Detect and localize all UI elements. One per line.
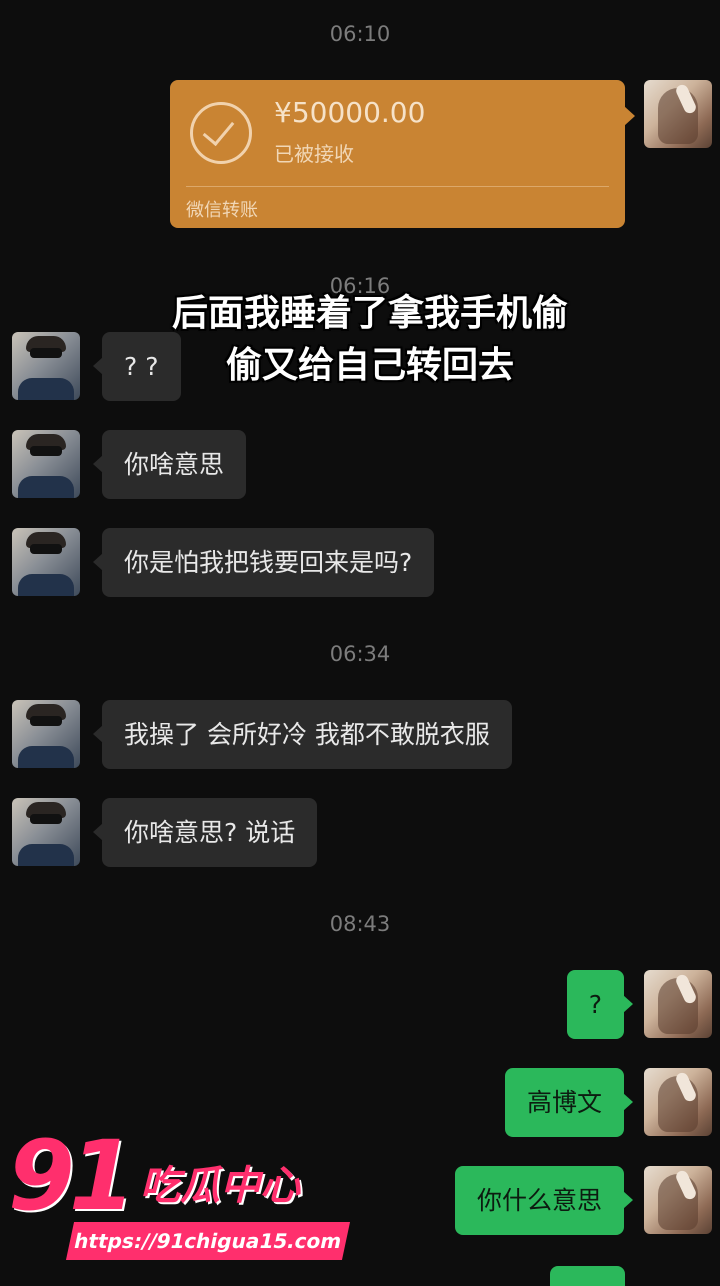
avatar[interactable]: [12, 528, 80, 596]
message-bubble[interactable]: ?: [566, 970, 634, 1039]
timestamp: 08:43: [329, 912, 391, 936]
avatar-coat: [18, 844, 74, 866]
transfer-status: 已被接收: [274, 142, 354, 166]
avatar[interactable]: [12, 700, 80, 768]
watermark-logo-number: 91: [8, 1120, 136, 1232]
watermark-url: https://91chigua15.com: [65, 1222, 351, 1260]
watermark-logo-text: 吃瓜中心: [140, 1163, 300, 1209]
wechat-transfer-card[interactable]: ¥50000.00 已被接收 微信转账: [170, 80, 635, 228]
caption-line-2: 偷又给自己转回去: [225, 345, 514, 386]
caption-line-1: 后面我睡着了拿我手机偷: [171, 293, 568, 334]
message-bubble[interactable]: 你啥意思: [92, 430, 247, 499]
avatar-coat: [18, 378, 74, 400]
sunglasses-icon: [30, 348, 62, 358]
avatar[interactable]: [12, 332, 80, 400]
transfer-label: 微信转账: [186, 200, 258, 221]
message-bubble[interactable]: 你是怕我把钱要回来是吗?: [92, 528, 435, 597]
sunglasses-icon: [30, 716, 62, 726]
avatar-coat: [18, 574, 74, 596]
message-bubble[interactable]: ? ?: [93, 332, 181, 401]
message-bubble[interactable]: 我操了 会所好冷 我都不敢脱衣服: [93, 700, 512, 769]
divider: [186, 186, 609, 187]
message-bubble[interactable]: 你啥意思? 说话: [92, 798, 318, 867]
timestamp: 06:34: [329, 642, 391, 666]
timestamp: 06:10: [329, 22, 391, 46]
avatar[interactable]: [12, 798, 80, 866]
sunglasses-icon: [30, 814, 62, 824]
avatar[interactable]: [644, 1166, 712, 1234]
message-bubble[interactable]: 你什么意思: [454, 1166, 634, 1235]
message-bubble[interactable]: 高博文: [504, 1068, 634, 1137]
avatar[interactable]: [12, 430, 80, 498]
avatar-coat: [18, 746, 74, 768]
checkmark-icon: [190, 102, 252, 164]
avatar-coat: [18, 476, 74, 498]
avatar[interactable]: [644, 80, 712, 148]
sunglasses-icon: [30, 544, 62, 554]
avatar[interactable]: [644, 1068, 712, 1136]
message-bubble-partial[interactable]: [550, 1266, 625, 1286]
transfer-amount: ¥50000.00: [274, 96, 426, 129]
sunglasses-icon: [30, 446, 62, 456]
avatar[interactable]: [644, 970, 712, 1038]
